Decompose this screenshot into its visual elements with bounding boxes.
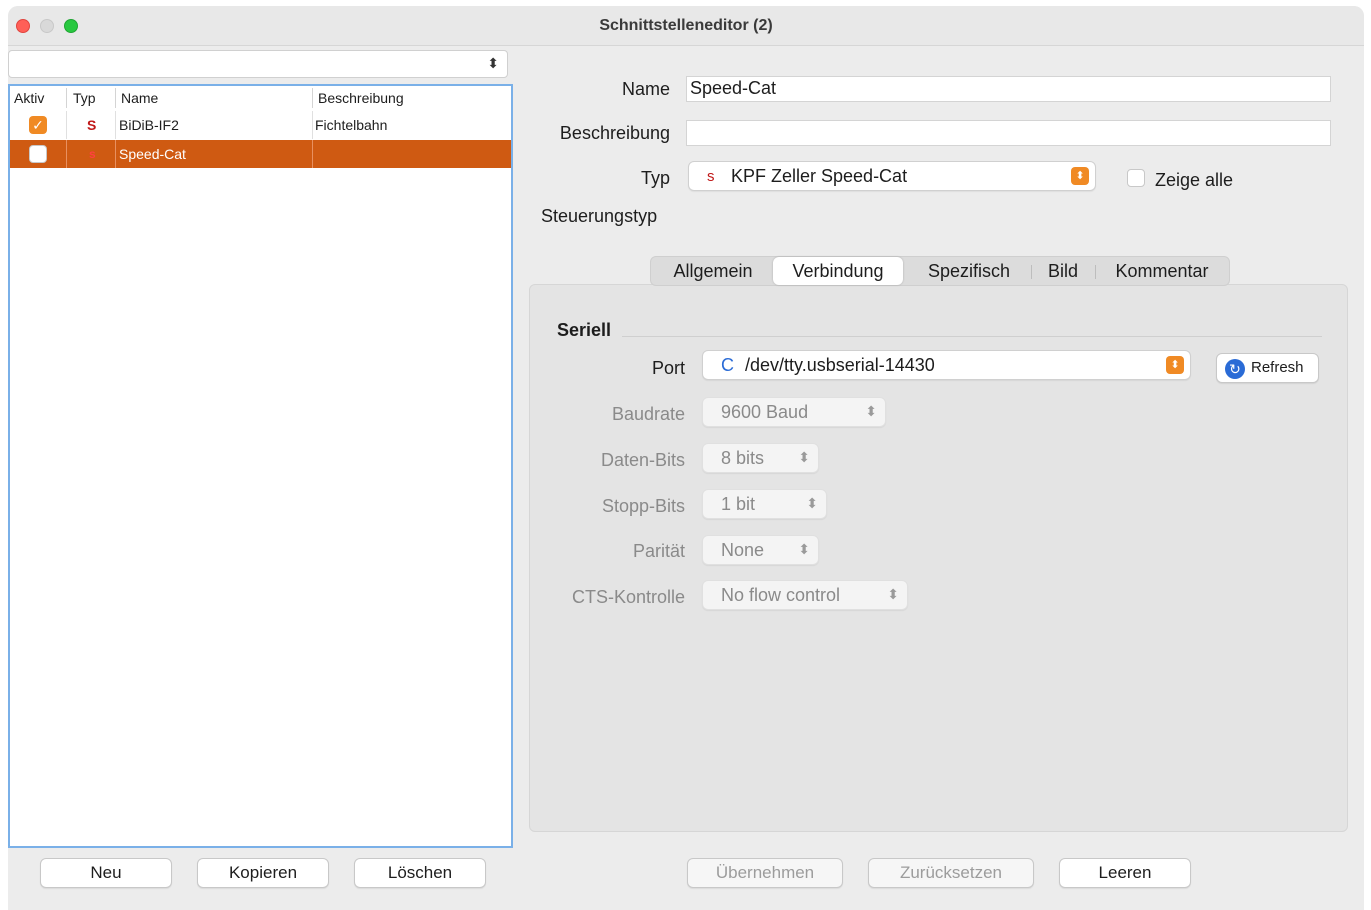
window-title: Schnittstelleneditor (2) [599,17,773,34]
up-down-arrows-icon: ⬍ [487,55,499,71]
interface-table[interactable]: Aktiv Typ Name Beschreibung ✓ S BiDiB-IF… [8,84,513,848]
port-value: /dev/tty.usbserial-14430 [745,355,935,375]
cts-kontrolle-value: No flow control [721,585,841,605]
title-bar: Schnittstelleneditor (2) [8,6,1364,46]
up-down-arrows-icon: ⬍ [798,541,810,557]
up-down-arrows-icon: ⬍ [887,586,899,602]
paritaet-label: Parität [632,541,685,561]
cell-divider [115,140,116,168]
typ-value: KPF Zeller Speed-Cat [731,166,908,186]
seriell-section-title: Seriell [557,320,612,340]
column-divider [66,88,67,108]
cell-divider [312,111,313,139]
refresh-label: Refresh [1251,359,1304,376]
table-row[interactable]: ✓ S BiDiB-IF2 Fichtelbahn [10,111,511,139]
cell-divider [66,111,67,139]
tab-strip: Allgemein Verbindung Spezifisch Bild Kom… [650,256,1230,286]
tab-divider [1095,265,1096,279]
name-cell: Speed-Cat [119,146,186,162]
port-combo[interactable]: C /dev/tty.usbserial-14430 ⬍ [702,350,1191,380]
steuerungstyp-label: Steuerungstyp [541,206,658,226]
typ-combo[interactable]: s KPF Zeller Speed-Cat ⬍ [688,161,1096,191]
typ-label: Typ [640,168,670,188]
baudrate-combo[interactable]: 9600 Baud ⬍ [702,397,886,427]
zeige-alle-label: Zeige alle [1155,170,1234,190]
up-down-arrows-icon: ⬍ [865,403,877,419]
tab-kommentar[interactable]: Kommentar [1099,257,1225,285]
paritaet-value: None [721,540,765,560]
zuruecksetzen-button[interactable]: Zurücksetzen [868,858,1034,888]
cell-divider [66,140,67,168]
beschreibung-label: Beschreibung [559,123,670,143]
baudrate-value: 9600 Baud [721,402,809,422]
typ-cell: S [87,117,97,133]
daten-bits-label: Daten-Bits [600,450,685,470]
column-header-beschreibung[interactable]: Beschreibung [318,90,404,106]
stopp-bits-label: Stopp-Bits [601,496,685,516]
stopp-bits-value: 1 bit [721,494,756,514]
typ-prefix: s [707,168,715,185]
name-field[interactable]: Speed-Cat [686,76,1331,102]
up-down-arrows-icon: ⬍ [806,495,818,511]
kopieren-button[interactable]: Kopieren [197,858,329,888]
daten-bits-combo[interactable]: 8 bits ⬍ [702,443,819,473]
orange-up-down-arrows-icon: ⬍ [1071,167,1089,185]
cell-divider [115,111,116,139]
table-row-selected[interactable]: s Speed-Cat [10,140,511,168]
zeige-alle-checkbox[interactable] [1127,169,1145,187]
cts-kontrolle-label: CTS-Kontrolle [571,587,685,607]
column-header-typ[interactable]: Typ [73,90,96,106]
table-header: Aktiv Typ Name Beschreibung [10,86,511,110]
editor-window: Schnittstelleneditor (2) ⬍ Aktiv Typ Nam… [8,6,1364,910]
cell-divider [312,140,313,168]
leeren-button[interactable]: Leeren [1059,858,1191,888]
beschreibung-field[interactable] [686,120,1331,146]
column-header-name[interactable]: Name [121,90,158,106]
aktiv-checkbox[interactable] [29,145,47,163]
beschreibung-cell: Fichtelbahn [315,117,388,133]
baudrate-label: Baudrate [611,404,685,424]
up-down-arrows-icon: ⬍ [798,449,810,465]
port-label: Port [651,358,685,378]
column-divider [312,88,313,108]
port-prefix: C [721,355,734,375]
filter-combo[interactable]: ⬍ [8,50,508,78]
column-divider [115,88,116,108]
cts-kontrolle-combo[interactable]: No flow control ⬍ [702,580,908,610]
refresh-icon: ↻ [1225,359,1245,379]
column-header-aktiv[interactable]: Aktiv [14,90,44,106]
name-cell: BiDiB-IF2 [119,117,179,133]
neu-button[interactable]: Neu [40,858,172,888]
uebernehmen-button[interactable]: Übernehmen [687,858,843,888]
tab-spezifisch[interactable]: Spezifisch [909,257,1029,285]
refresh-button[interactable]: ↻ Refresh [1216,353,1319,383]
loeschen-button[interactable]: Löschen [354,858,486,888]
orange-up-down-arrows-icon: ⬍ [1166,356,1184,374]
aktiv-checkbox[interactable]: ✓ [29,116,47,134]
name-label: Name [621,79,670,99]
typ-cell: s [89,147,96,161]
paritaet-combo[interactable]: None ⬍ [702,535,819,565]
daten-bits-value: 8 bits [721,448,765,468]
section-divider [622,336,1322,337]
stopp-bits-combo[interactable]: 1 bit ⬍ [702,489,827,519]
tab-verbindung[interactable]: Verbindung [773,257,903,285]
tab-bild[interactable]: Bild [1035,257,1091,285]
tab-allgemein[interactable]: Allgemein [657,257,769,285]
tab-divider [1031,265,1032,279]
